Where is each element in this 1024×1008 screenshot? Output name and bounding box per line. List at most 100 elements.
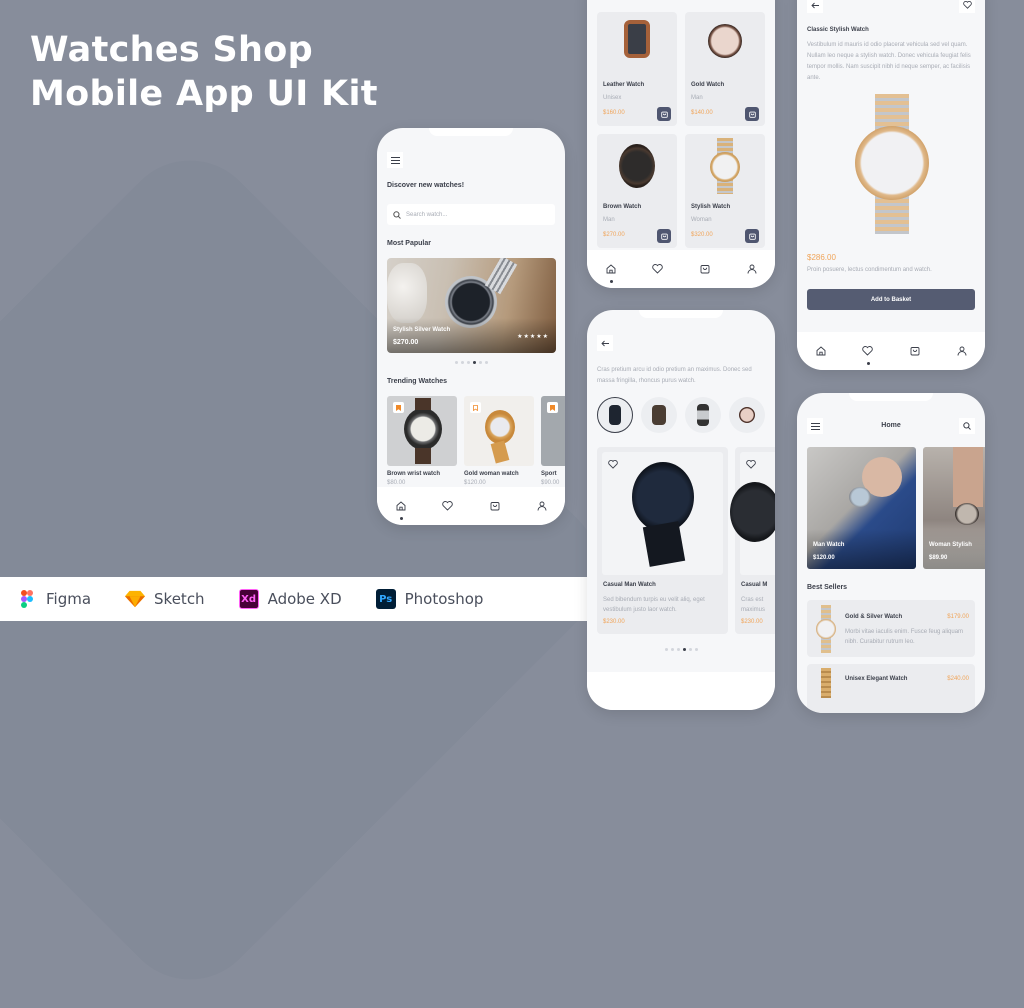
trending-image [464, 396, 534, 466]
product-card[interactable]: Leather Watch Unisex $160.00 [597, 12, 677, 126]
figma-icon [17, 589, 37, 609]
bottom-nav [377, 487, 565, 525]
featured-rating: ★★★★★ [517, 334, 549, 340]
bookmark-button[interactable] [393, 402, 404, 413]
nav-cart[interactable] [697, 261, 713, 277]
heart-icon [608, 460, 618, 469]
nav-cart[interactable] [907, 343, 923, 359]
screen-title: Home [881, 422, 901, 429]
nav-favorites[interactable] [860, 343, 876, 365]
product-card[interactable]: Casual Man Watch Sed bibendum turpis eu … [597, 447, 728, 634]
product-image [624, 20, 650, 58]
adobe-xd-icon: Xd [238, 589, 259, 609]
nav-profile[interactable] [744, 261, 760, 277]
home-icon [396, 501, 405, 511]
nav-favorites[interactable] [440, 498, 456, 514]
product-image [632, 462, 694, 532]
best-seller-item[interactable]: Gold & Silver Watch $179.00 Morbi vitae … [807, 600, 975, 657]
arrow-left-icon [811, 2, 819, 8]
carousel-dots[interactable] [377, 361, 565, 364]
favorite-button[interactable] [746, 456, 756, 474]
product-card[interactable]: Casual M Cras est maximus $230.00 [730, 447, 775, 634]
add-to-cart-button[interactable] [745, 229, 759, 243]
tool-sketch: Sketch [125, 589, 205, 609]
best-seller-image [821, 668, 831, 698]
user-icon [957, 346, 966, 356]
best-seller-item[interactable]: Unisex Elegant Watch $240.00 [807, 664, 975, 713]
search-icon [963, 422, 971, 430]
cart-icon [660, 233, 668, 240]
search-icon [393, 210, 401, 219]
category-thumb[interactable] [641, 397, 677, 433]
page-title: Watches Shop Mobile App UI Kit [30, 30, 378, 114]
nav-home[interactable] [813, 343, 829, 359]
favorite-button[interactable] [959, 0, 975, 13]
category-thumb[interactable] [729, 397, 765, 433]
phone-home2-screen: Home Man Watch $120.00 Woman Stylish $89… [797, 393, 985, 713]
add-to-cart-button[interactable] [745, 107, 759, 121]
nav-favorites[interactable] [650, 261, 666, 277]
add-to-basket-button[interactable]: Add to Basket [807, 289, 975, 310]
heart-icon [962, 1, 972, 9]
category-thumb-active[interactable] [597, 397, 633, 433]
discover-heading: Discover new watches! [387, 182, 465, 189]
bookmark-button[interactable] [470, 402, 481, 413]
heart-icon [862, 346, 873, 356]
banner-card[interactable]: Man Watch $120.00 [807, 447, 916, 569]
product-description: Vestibulum id mauris id odio placerat ve… [807, 42, 971, 81]
heart-icon [652, 264, 663, 274]
search-button[interactable] [959, 418, 975, 434]
add-to-cart-button[interactable] [657, 229, 671, 243]
tool-adobe-xd: Xd Adobe XD [238, 589, 342, 609]
product-title: Classic Stylish Watch [807, 27, 869, 33]
bottom-nav [797, 332, 985, 370]
trending-item[interactable]: Gold woman watch $120.00 [464, 396, 534, 486]
phone-notch [849, 393, 933, 401]
shopping-bag-icon [490, 502, 499, 511]
category-thumb[interactable] [685, 397, 721, 433]
tool-figma: Figma [17, 589, 91, 609]
product-image [708, 24, 742, 58]
trending-item[interactable]: Brown wrist watch $80.00 [387, 396, 457, 486]
featured-price: $270.00 [393, 339, 419, 346]
home-icon [816, 346, 825, 356]
trending-item[interactable]: Sport $90.00 [541, 396, 565, 486]
product-card[interactable]: Stylish Watch Woman $320.00 [685, 134, 765, 248]
phone-grid-screen: Leather Watch Unisex $160.00 Gold Watch … [587, 0, 775, 288]
trending-title: Trending Watches [387, 378, 448, 385]
user-icon [747, 264, 756, 274]
bookmark-button[interactable] [547, 402, 558, 413]
shopping-bag-icon [700, 265, 709, 274]
search-input[interactable]: Search watch... [387, 204, 555, 225]
add-to-cart-button[interactable] [657, 107, 671, 121]
nav-cart[interactable] [487, 498, 503, 514]
carousel-dots[interactable] [587, 648, 775, 651]
bookmark-outline-icon [473, 404, 478, 411]
product-card[interactable]: Brown Watch Man $270.00 [597, 134, 677, 248]
category-description: Cras pretium arcu id odio pretium an max… [597, 367, 752, 384]
bookmark-filled-icon [396, 404, 401, 411]
sketch-icon [125, 589, 146, 609]
product-image [730, 482, 775, 542]
bookmark-filled-icon [550, 404, 555, 411]
product-card[interactable]: Gold Watch Man $140.00 [685, 12, 765, 126]
trending-image [387, 396, 457, 466]
nav-profile[interactable] [534, 498, 550, 514]
photoshop-icon: Ps [375, 589, 396, 609]
banner-card[interactable]: Woman Stylish $89.90 [923, 447, 985, 569]
back-button[interactable] [807, 0, 823, 13]
back-button[interactable] [597, 335, 613, 351]
most-popular-title: Most Papular [387, 240, 431, 247]
menu-button[interactable] [387, 152, 403, 168]
nav-home[interactable] [603, 261, 619, 283]
cart-icon [660, 111, 668, 118]
best-seller-image [815, 605, 837, 653]
featured-card[interactable]: Stylish Silver Watch $270.00 ★★★★★ [387, 258, 556, 353]
nav-home[interactable] [393, 498, 409, 520]
favorite-button[interactable] [608, 456, 618, 474]
user-icon [537, 501, 546, 511]
nav-profile[interactable] [954, 343, 970, 359]
product-image [710, 152, 740, 182]
hamburger-icon [390, 156, 400, 164]
tools-bar: Figma Sketch Xd Adobe XD Ps Photoshop [0, 577, 640, 621]
